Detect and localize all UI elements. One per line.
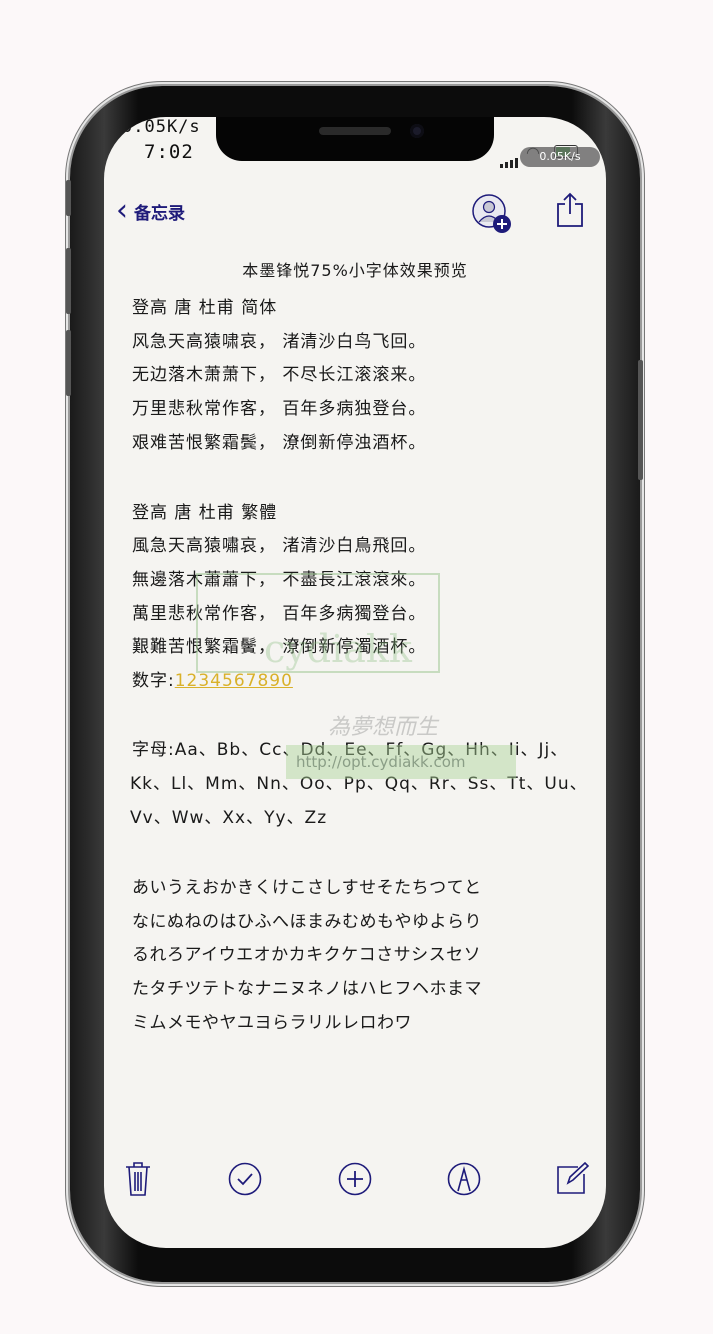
note-line: 风急天高猿啸哀， 渚清沙白鸟飞回。	[132, 332, 427, 352]
network-speed-pill: 0.05K/s	[520, 147, 600, 167]
add-person-icon[interactable]	[472, 194, 512, 234]
note-title: 本墨锋悦75%小字体效果预览	[242, 261, 468, 280]
watermark-url: http://opt.cydiakk.com	[286, 745, 516, 779]
power-button	[638, 360, 643, 480]
digits-label: 数字:	[132, 671, 175, 691]
note-line: 登高 唐 杜甫 繁體	[132, 503, 278, 523]
note-line: 艰难苦恨繁霜鬓， 潦倒新停浊酒杯。	[132, 433, 427, 453]
back-button[interactable]: ‹ 备忘录	[116, 193, 185, 228]
status-clock: 7:02	[144, 141, 194, 163]
signal-icon	[500, 149, 520, 168]
back-label: 备忘录	[134, 203, 185, 224]
volume-down-button	[66, 330, 71, 396]
share-icon[interactable]	[556, 192, 584, 228]
trash-icon[interactable]	[124, 1161, 152, 1197]
notch	[216, 117, 494, 161]
speaker	[319, 127, 391, 135]
kana-line: なにぬねのはひふへほまみむめもやゆよらり	[132, 912, 482, 932]
note-line: 風急天高猿嘯哀， 渚清沙白鳥飛回。	[132, 536, 427, 556]
kana-line: ミムメモやヤユヨらラリルレロわワ	[132, 1013, 412, 1033]
note-line: 无边落木萧萧下， 不尽长江滚滚来。	[132, 365, 427, 385]
checklist-icon[interactable]	[228, 1162, 262, 1196]
network-speed-label: 0.05K/s	[122, 117, 201, 137]
add-icon[interactable]	[338, 1162, 372, 1196]
compose-icon[interactable]	[556, 1161, 590, 1195]
watermark-brand: cydiakk	[264, 627, 412, 671]
camera	[410, 124, 424, 138]
kana-line: るれろアイウエオかカキクケコさサシスセソ	[132, 945, 482, 965]
kana-line: あいうえおかきくけこさしすせそたちつてと	[132, 878, 482, 898]
mute-switch	[66, 180, 71, 216]
note-line: 万里悲秋常作客， 百年多病独登台。	[132, 399, 427, 419]
kana-line: たタチツテトなナニヌネノはハヒフヘホまマ	[132, 979, 482, 999]
chevron-left-icon: ‹	[116, 193, 128, 228]
screen: 0.05K/s 7:02 ◠ 0.05K/s ‹ 备忘录 本墨锋悦75%小字体效…	[104, 117, 606, 1248]
volume-up-button	[66, 248, 71, 314]
note-line: 登高 唐 杜甫 简体	[132, 298, 278, 318]
markup-icon[interactable]	[447, 1162, 481, 1196]
digits-link[interactable]: 1234567890	[175, 671, 293, 691]
alphabet-line: Vv、Ww、Xx、Yy、Zz	[130, 808, 328, 828]
watermark-calligraphy: 為夢想而生	[328, 715, 439, 740]
